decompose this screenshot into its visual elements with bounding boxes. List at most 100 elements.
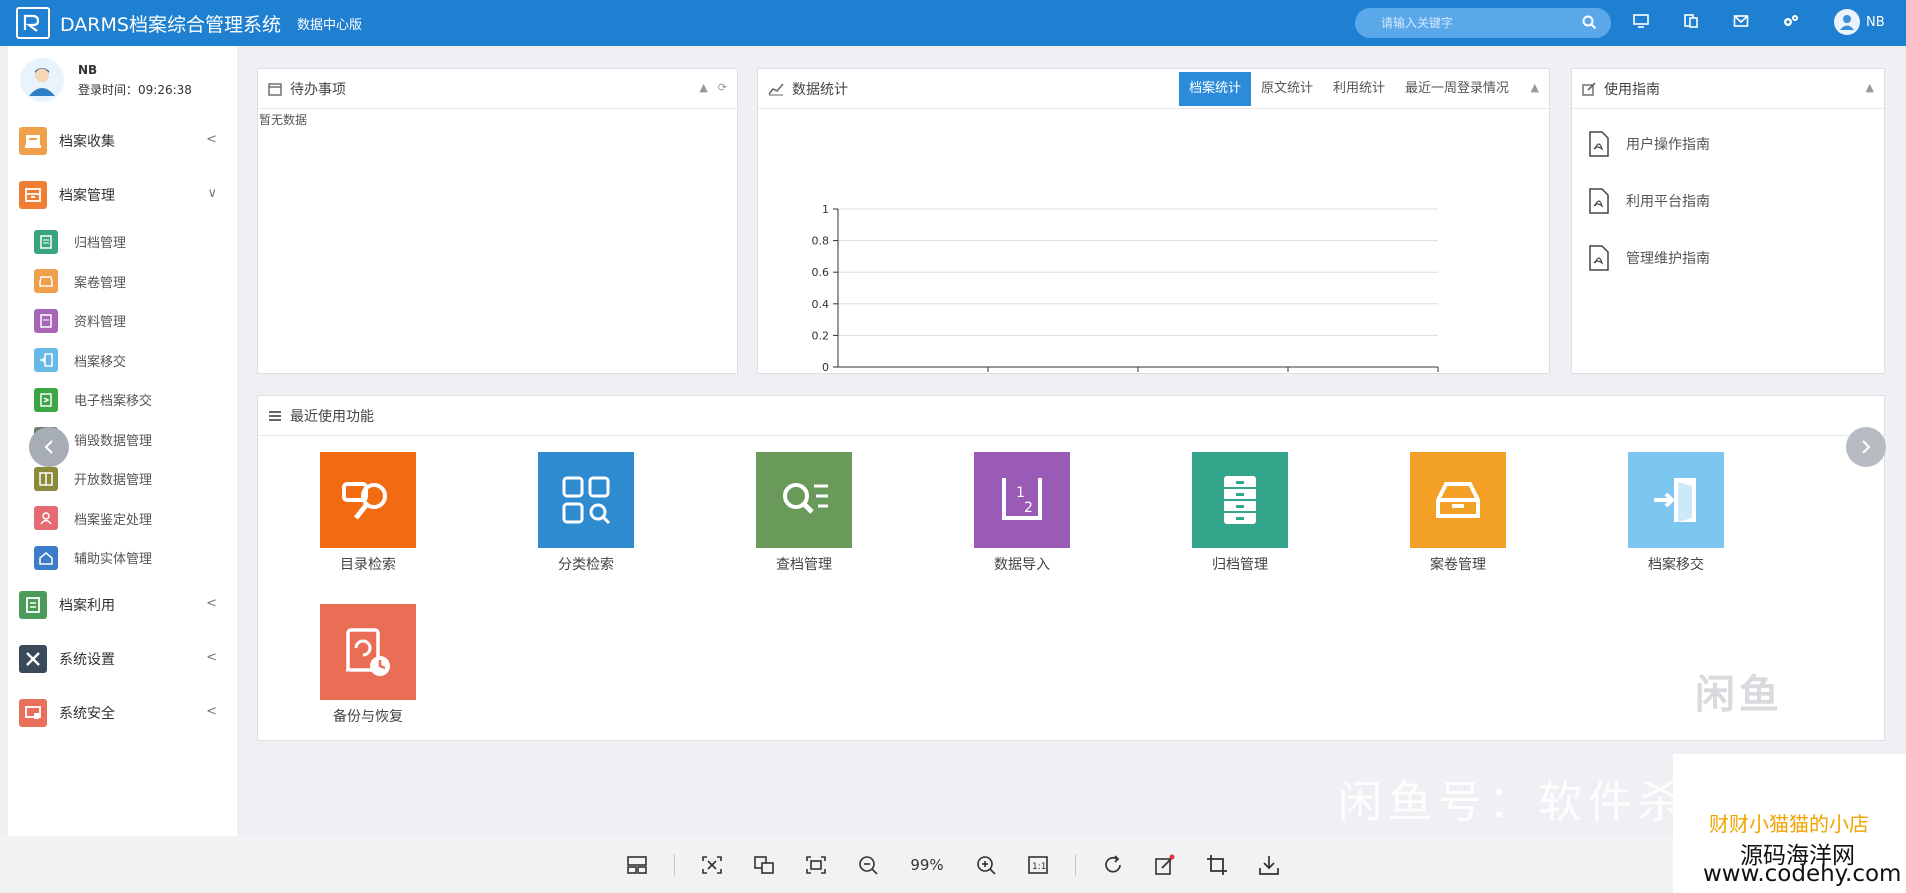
menu-label: 档案收集 <box>59 134 115 150</box>
todo-title: 待办事项 <box>290 81 346 98</box>
app-subtitle: 数据中心版 <box>296 17 362 33</box>
sidebar-item-appraisal[interactable]: 档案鉴定处理 <box>8 499 237 539</box>
fit-screen-icon[interactable] <box>697 850 727 880</box>
calendar-icon <box>268 82 282 96</box>
feature-volume[interactable]: 案卷管理 <box>1388 452 1528 574</box>
stats-chart: 00.20.40.60.81未归收集归档管理案卷管理资料管理 <box>812 203 1439 391</box>
sidebar-item-transfer[interactable]: 档案移交 <box>8 341 237 381</box>
document-icon[interactable] <box>1680 10 1702 32</box>
menu-archive-use[interactable]: 档案利用 < <box>8 578 237 632</box>
tab-archive-stats[interactable]: 档案统计 <box>1178 72 1251 106</box>
search-icon[interactable] <box>1582 15 1597 34</box>
user-menu[interactable]: NB <box>1834 9 1885 35</box>
stats-tabs: 档案统计 原文统计 利用统计 最近一周登录情况 <box>1178 72 1519 106</box>
home-icon <box>34 545 58 570</box>
menu-label: 档案利用 <box>59 597 115 614</box>
menu-archive-collect[interactable]: 档案收集 < <box>8 114 237 168</box>
avatar-icon <box>1834 9 1860 35</box>
query-manage-icon <box>756 452 852 548</box>
guide-label: 用户操作指南 <box>1626 136 1710 153</box>
tab-weekly-login[interactable]: 最近一周登录情况 <box>1395 72 1519 106</box>
image-viewer-toolbar: 99% 1:1 <box>0 836 1906 893</box>
sidebar-item-physical[interactable]: 辅助实体管理 <box>8 538 237 578</box>
translate-icon[interactable] <box>749 850 779 880</box>
sidebar-item-volume[interactable]: 案卷管理 <box>8 262 237 302</box>
feature-transfer[interactable]: 档案移交 <box>1606 452 1746 574</box>
feature-filing[interactable]: 归档管理 <box>1170 452 1310 574</box>
backup-icon <box>320 604 416 700</box>
y-tick-label: 0.2 <box>812 329 830 342</box>
chevron-left-icon: < <box>206 595 217 611</box>
feature-query-manage[interactable]: 查档管理 <box>734 452 874 574</box>
collapse-icon[interactable]: ▲ <box>699 81 707 94</box>
stats-title: 数据统计 <box>792 81 848 98</box>
top-bar: DARMS档案综合管理系统 数据中心版 NB <box>0 0 1906 46</box>
user-profile: NB 登录时间：09:26:38 <box>8 46 237 114</box>
stats-panel: 数据统计 档案统计 原文统计 利用统计 最近一周登录情况 ▲ 0 0.2 0.4 0.… <box>757 68 1550 391</box>
download-icon[interactable] <box>1254 850 1284 880</box>
carousel-next-button[interactable] <box>1846 427 1886 467</box>
sidebar-item-e-transfer[interactable]: 电子档案移交 <box>8 380 237 420</box>
transfer-icon <box>1628 452 1724 548</box>
search-box[interactable] <box>1355 8 1611 38</box>
chevron-left-icon: < <box>206 703 217 719</box>
chevron-left-icon <box>44 440 53 454</box>
feature-data-import[interactable]: 12 数据导入 <box>952 452 1092 574</box>
guide-header: 使用指南 ▲ <box>1572 69 1884 109</box>
feature-label: 分类检索 <box>558 557 614 573</box>
sidebar-item-label: 档案移交 <box>74 354 127 370</box>
search-input[interactable] <box>1381 16 1571 30</box>
menu-archive-manage[interactable]: 档案管理 ∨ <box>8 168 237 222</box>
carousel-prev-button[interactable] <box>29 427 69 467</box>
pdf-icon <box>1589 130 1609 157</box>
feature-catalog-search[interactable]: 目录检索 <box>298 452 438 574</box>
profile-name: NB <box>78 63 98 77</box>
feature-backup[interactable]: 备份与恢复 <box>298 604 438 726</box>
archive-manage-icon <box>19 181 47 209</box>
recent-header: 最近使用功能 <box>258 396 1884 436</box>
security-icon <box>19 698 47 727</box>
e-transfer-icon <box>34 387 58 412</box>
zoom-in-icon[interactable] <box>971 850 1001 880</box>
pdf-icon <box>1589 244 1609 271</box>
layout-icon[interactable] <box>622 850 652 880</box>
svg-text:2: 2 <box>1024 500 1033 516</box>
watermark-text: 闲鱼号：软件杀 <box>1338 777 1688 828</box>
archive-collect-icon <box>19 127 47 155</box>
toolbar-divider <box>674 853 675 876</box>
stats-header: 数据统计 档案统计 原文统计 利用统计 最近一周登录情况 ▲ <box>758 69 1549 109</box>
guide-platform[interactable]: 利用平台指南 <box>1572 172 1884 229</box>
collapse-icon[interactable]: ▲ <box>1866 81 1874 94</box>
edit-icon[interactable] <box>1150 850 1180 880</box>
pdf-icon <box>1589 187 1609 214</box>
tab-usage-stats[interactable]: 利用统计 <box>1323 72 1395 106</box>
menu-system-settings[interactable]: 系统设置 < <box>8 632 237 686</box>
feature-category-search[interactable]: 分类检索 <box>516 452 656 574</box>
y-tick-label: 1 <box>822 203 829 216</box>
menu-label: 系统设置 <box>59 651 115 668</box>
refresh-icon[interactable]: ⟳ <box>718 81 727 94</box>
guide-user-operation[interactable]: 用户操作指南 <box>1572 115 1884 172</box>
tab-original-stats[interactable]: 原文统计 <box>1251 72 1323 106</box>
app-title: DARMS档案综合管理系统 <box>60 13 281 36</box>
collapse-icon[interactable]: ▲ <box>1531 81 1539 94</box>
cabinet-icon <box>1192 452 1288 548</box>
menu-system-security[interactable]: 系统安全 < <box>8 686 237 740</box>
actual-size-button[interactable]: 1:1 <box>1023 850 1053 880</box>
fullscreen-icon[interactable] <box>801 850 831 880</box>
actual-size-label: 1:1 <box>1032 862 1046 872</box>
svg-text:1: 1 <box>1016 485 1025 501</box>
site-url: www.codehy.com <box>1703 861 1902 887</box>
sidebar-item-materials[interactable]: 资料管理 <box>8 301 237 341</box>
guide-maintenance[interactable]: 管理维护指南 <box>1572 229 1884 286</box>
monitor-icon[interactable] <box>1630 10 1652 32</box>
zoom-out-icon[interactable] <box>853 850 883 880</box>
y-tick-label: 0.4 <box>812 298 830 311</box>
settings-gears-icon[interactable] <box>1780 10 1802 32</box>
recent-panel: 最近使用功能 目录检索 分类检索 查档管理 12 数据导入 归档管理 案卷管理 … <box>257 395 1885 741</box>
crop-icon[interactable] <box>1202 850 1232 880</box>
rotate-icon[interactable] <box>1098 850 1128 880</box>
watermark-logo: 闲鱼 <box>1660 647 1818 735</box>
sidebar-item-archive-filing[interactable]: 归档管理 <box>8 222 237 262</box>
mail-icon[interactable] <box>1730 10 1752 32</box>
